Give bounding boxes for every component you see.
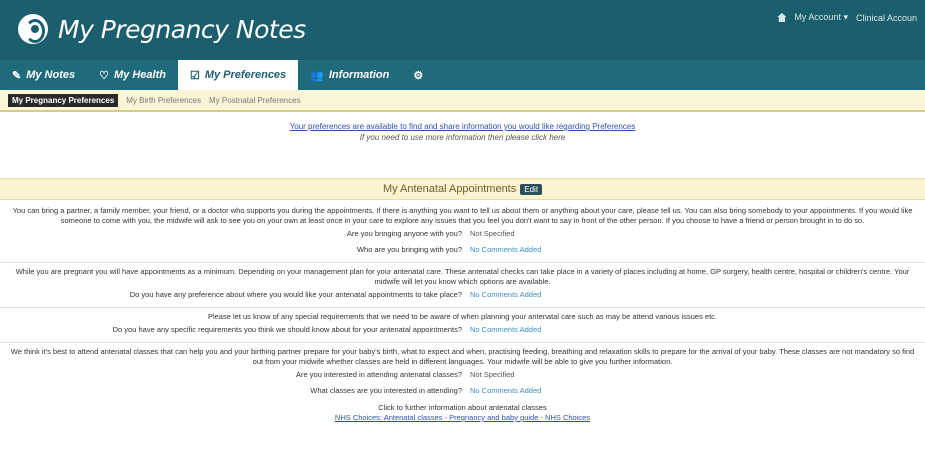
clinical-account-link[interactable]: Clinical Accoun: [856, 13, 917, 23]
app-logo-icon: [18, 14, 48, 44]
intro-link[interactable]: Your preferences are available to find a…: [0, 122, 925, 131]
home-icon[interactable]: [777, 13, 787, 22]
question-label: Who are you bringing with you?: [356, 245, 462, 254]
subnav-birth-preferences[interactable]: My Birth Preferences: [126, 96, 201, 105]
edit-button[interactable]: Edit: [520, 183, 543, 195]
answer-link[interactable]: No Comments Added: [470, 242, 541, 258]
subnav-pregnancy-preferences[interactable]: My Pregnancy Preferences: [8, 93, 119, 107]
nhs-choices-link[interactable]: NHS Choices: Antenatal classes - Pregnan…: [0, 413, 925, 423]
answer-link[interactable]: No Comments Added: [470, 287, 541, 303]
section-header: My Antenatal Appointments Edit: [0, 178, 925, 200]
question-label: Are you bringing anyone with you?: [346, 229, 462, 238]
nav-label: My Notes: [26, 69, 76, 81]
question-row: Do you have any specific requirements yo…: [0, 322, 925, 338]
divider: [0, 342, 925, 343]
divider: [0, 307, 925, 308]
question-label: What classes are you interested in atten…: [310, 386, 462, 395]
app-logo[interactable]: My Pregnancy Notes: [18, 14, 306, 44]
nav-my-health[interactable]: ♡ My Health: [87, 60, 178, 90]
answer-link[interactable]: No Comments Added: [470, 383, 541, 399]
nav-label: My Health: [114, 69, 166, 81]
question-label: Do you have any specific requirements yo…: [112, 325, 462, 334]
question-row: Are you bringing anyone with you? Not Sp…: [0, 226, 925, 242]
section-title: My Antenatal Appointments: [382, 183, 517, 195]
nav-label: Information: [328, 69, 390, 81]
block4-text: We think it's best to attend antenatal c…: [10, 347, 915, 366]
checkbox-icon: ☑: [189, 69, 200, 82]
block3-text: Please let us know of any special requir…: [207, 312, 718, 321]
app-title: My Pregnancy Notes: [58, 14, 306, 44]
intro: Your preferences are available to find a…: [0, 112, 925, 160]
question-row: What classes are you interested in atten…: [0, 383, 925, 399]
gear-icon: ⚙: [413, 69, 424, 82]
question-row: Do you have any preference about where y…: [0, 287, 925, 303]
block2-text: While you are pregnant you will have app…: [15, 267, 910, 286]
heart-icon: ♡: [99, 69, 109, 82]
footer-line: Click to further information about anten…: [378, 403, 547, 412]
footer-note: Click to further information about anten…: [0, 403, 925, 423]
nav-label: My Preferences: [204, 69, 287, 81]
question-label: Do you have any preference about where y…: [129, 290, 462, 299]
nav-my-notes[interactable]: ✎ My Notes: [0, 60, 87, 90]
answer-value: Not Specified: [470, 229, 515, 238]
question-row: Are you interested in attending antenata…: [0, 367, 925, 383]
answer-value: Not Specified: [470, 370, 515, 379]
app-header: My Pregnancy Notes My Account ▾ Clinical…: [0, 0, 925, 60]
question-label: Are you interested in attending antenata…: [296, 370, 462, 379]
main-nav: ✎ My Notes ♡ My Health ☑ My Preferences …: [0, 60, 925, 90]
top-right-menu: My Account ▾ Clinical Accoun: [777, 12, 925, 23]
notes-icon: ✎: [12, 69, 22, 82]
intro-note[interactable]: If you need to use more information then…: [0, 133, 925, 142]
question-row: Who are you bringing with you? No Commen…: [0, 242, 925, 258]
nav-settings[interactable]: ⚙: [401, 60, 440, 90]
nav-information[interactable]: 👥 Information: [298, 60, 401, 90]
nav-my-preferences[interactable]: ☑ My Preferences: [177, 60, 299, 90]
divider: [0, 262, 925, 263]
people-icon: 👥: [310, 69, 324, 82]
sub-nav: My Pregnancy Preferences My Birth Prefer…: [0, 90, 925, 112]
answer-link[interactable]: No Comments Added: [470, 322, 541, 338]
my-account-link[interactable]: My Account ▾: [794, 12, 848, 23]
subnav-postnatal-preferences[interactable]: My Postnatal Preferences: [209, 96, 301, 105]
block1-text: You can bring a partner, a family member…: [12, 206, 913, 225]
